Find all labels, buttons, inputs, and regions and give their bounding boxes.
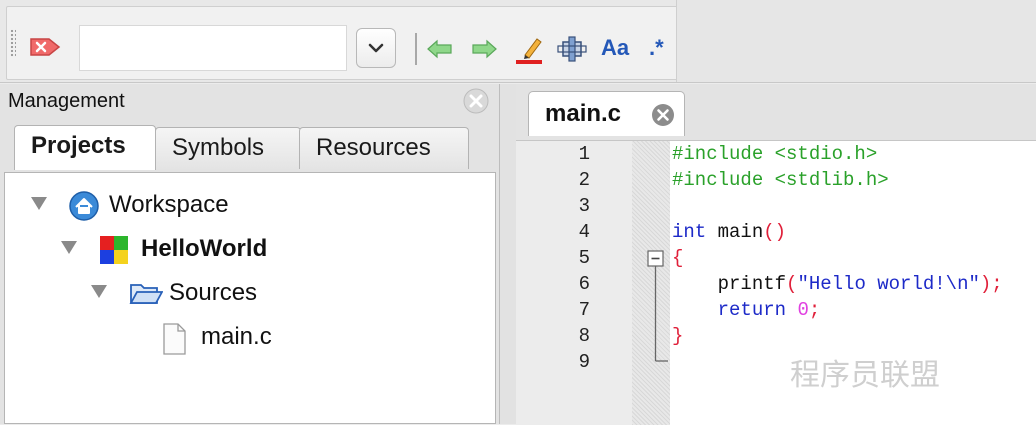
editor-tab-main-c[interactable]: main.c xyxy=(528,91,685,136)
code-token: main xyxy=(706,221,764,243)
tree-item-label: Workspace xyxy=(109,191,229,218)
code-line[interactable]: { xyxy=(672,247,683,269)
project-icon xyxy=(99,235,129,265)
line-number: 7 xyxy=(578,299,590,321)
chevron-down-icon xyxy=(368,43,384,53)
expand-triangle-icon[interactable] xyxy=(91,285,107,298)
line-number: 1 xyxy=(578,143,590,165)
project-tree: Workspace HelloWorld Sources main.c xyxy=(4,172,496,424)
code-token: ; xyxy=(808,299,821,321)
close-icon[interactable] xyxy=(463,88,489,114)
code-line[interactable]: printf("Hello world!\n"); xyxy=(672,273,1003,295)
code-token: } xyxy=(672,325,684,347)
toolbar-empty-area xyxy=(676,0,1036,82)
code-token: #include <stdio.h> xyxy=(672,143,878,165)
tab-resources[interactable]: Resources xyxy=(299,127,469,169)
code-token: printf xyxy=(672,273,787,295)
match-case-icon[interactable]: Aa xyxy=(601,35,637,63)
find-previous-icon[interactable] xyxy=(425,35,455,63)
file-icon xyxy=(161,323,187,355)
code-line[interactable]: #include <stdio.h> xyxy=(672,143,877,165)
code-token: int xyxy=(672,221,707,243)
code-line[interactable]: } xyxy=(672,325,683,347)
line-number: 5 xyxy=(578,247,590,269)
toolbar-grip[interactable] xyxy=(10,29,16,57)
tree-item-helloworld[interactable]: HelloWorld xyxy=(61,235,321,265)
watermark-text: 程序员联盟 xyxy=(790,359,940,392)
code-token: { xyxy=(672,247,684,269)
find-next-icon[interactable] xyxy=(469,35,499,63)
code-line[interactable]: #include <stdlib.h> xyxy=(672,169,889,191)
code-token: ); xyxy=(979,273,1003,295)
code-line[interactable]: return 0; xyxy=(672,299,821,321)
editor-tab-label: main.c xyxy=(545,100,622,127)
line-number: 2 xyxy=(578,169,590,191)
tree-item-main-c[interactable]: main.c xyxy=(161,323,361,355)
expand-triangle-icon[interactable] xyxy=(61,241,77,254)
line-number: 3 xyxy=(578,195,590,217)
management-title: Management xyxy=(8,90,125,112)
tree-item-workspace[interactable]: Workspace xyxy=(31,191,291,221)
code-token: ( xyxy=(786,273,798,295)
code-line[interactable]: int main() xyxy=(672,221,786,243)
selection-scope-icon[interactable] xyxy=(557,35,587,63)
toolbar-separator xyxy=(415,33,417,65)
code-token: "Hello world!\n" xyxy=(797,273,980,295)
search-toolbar-group: Aa .* xyxy=(6,6,678,80)
tab-projects[interactable]: Projects xyxy=(14,125,156,170)
folder-open-icon xyxy=(129,279,164,309)
line-number: 6 xyxy=(578,273,590,295)
tree-item-sources[interactable]: Sources xyxy=(91,279,331,309)
code-token: 0 xyxy=(797,299,809,321)
management-tabs: Projects Symbols Resources xyxy=(14,125,496,170)
management-panel: Management Projects Symbols Resources Wo… xyxy=(0,84,500,424)
tree-item-label: Sources xyxy=(169,279,258,306)
fold-margin xyxy=(632,141,670,425)
tree-item-label: HelloWorld xyxy=(141,235,268,262)
code-token: #include <stdlib.h> xyxy=(672,169,889,191)
line-number: 8 xyxy=(578,325,590,347)
workspace-home-icon xyxy=(69,191,99,221)
close-tab-icon[interactable] xyxy=(651,103,675,127)
expand-triangle-icon[interactable] xyxy=(31,197,47,210)
search-history-dropdown[interactable] xyxy=(356,28,396,68)
clear-search-icon[interactable] xyxy=(27,35,65,59)
search-toolbar: Aa .* xyxy=(0,0,1036,83)
line-number: 9 xyxy=(578,351,590,373)
regex-icon[interactable]: .* xyxy=(649,35,679,63)
line-number: 4 xyxy=(578,221,590,243)
highlight-icon[interactable] xyxy=(513,35,543,64)
tree-item-label: main.c xyxy=(201,323,272,350)
tab-symbols[interactable]: Symbols xyxy=(155,127,301,169)
code-token: () xyxy=(763,221,787,243)
panel-splitter[interactable] xyxy=(500,84,516,424)
search-input[interactable] xyxy=(79,25,347,71)
code-editor[interactable]: 1 #include <stdio.h> 2 #include <stdlib.h> 3… xyxy=(516,140,1036,425)
fold-marker-icon[interactable] xyxy=(632,141,670,425)
code-token: return xyxy=(672,299,787,321)
